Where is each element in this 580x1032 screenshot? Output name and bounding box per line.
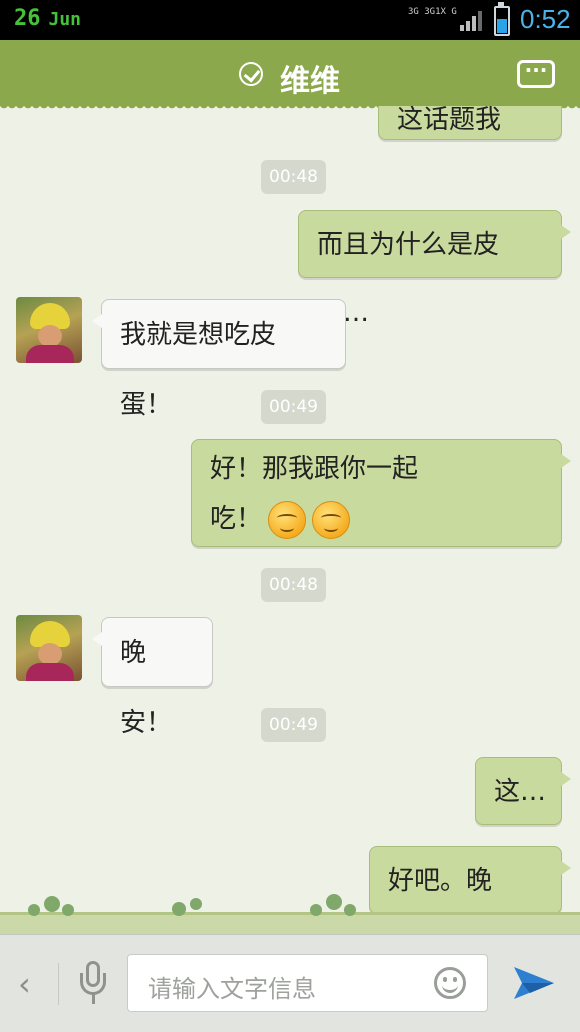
message-bubble-sent[interactable]: 这话题我将… [378, 106, 562, 140]
tree-decoration-icon [344, 904, 356, 916]
message-text-line-with-emoji: 吃！ [210, 494, 543, 544]
divider [58, 963, 59, 1005]
tree-decoration-icon [44, 896, 60, 912]
tree-decoration-icon [310, 904, 322, 916]
emoji-smile-icon[interactable] [434, 967, 466, 999]
message-bubble-received[interactable]: 我就是想吃皮蛋！ [92, 299, 346, 420]
tree-decoration-icon [28, 904, 40, 916]
status-time: 0:52 [520, 4, 571, 34]
kiss-emoji-icon [312, 500, 351, 539]
tree-decoration-icon [190, 898, 202, 910]
tree-decoration-icon [326, 894, 342, 910]
message-bubble-sent[interactable]: 好吧。晚安！ [369, 846, 571, 936]
input-bar: ‹ 请输入文字信息 [0, 934, 580, 1032]
message-bubble-sent[interactable]: 而且为什么是皮蛋… [298, 210, 571, 328]
network-type-icon: 3G 3G1X G [408, 7, 457, 17]
status-date: 26 Jun [14, 6, 81, 31]
message-text: 吃！ [210, 504, 263, 534]
timestamp: 00:49 [261, 708, 326, 742]
send-icon[interactable] [512, 963, 556, 1003]
more-menu-icon[interactable]: ··· [517, 60, 555, 88]
battery-icon [494, 2, 510, 36]
message-bubble-received[interactable]: 晚安！ [92, 617, 213, 738]
chat-area[interactable]: 这话题我将… 00:48 而且为什么是皮蛋… 我就是想吃皮蛋！ 00:49 好！… [0, 106, 580, 936]
timestamp: 00:48 [261, 160, 326, 194]
blush-smile-emoji-icon [268, 500, 307, 539]
microphone-icon[interactable] [80, 961, 108, 1007]
message-input-placeholder: 请输入文字信息 [148, 975, 316, 1003]
tree-decoration-icon [172, 902, 186, 916]
contact-avatar[interactable] [16, 297, 82, 363]
message-text: 这话题我将… [397, 106, 502, 135]
message-bubble-sent[interactable]: 这… [475, 757, 571, 825]
timestamp: 00:49 [261, 390, 326, 424]
status-bar: 26 Jun 3G 3G1X G 0:52 [0, 0, 580, 40]
message-text: 我就是想吃皮蛋！ [120, 320, 277, 420]
chevron-left-icon[interactable]: ‹ [18, 965, 31, 1003]
signal-strength-icon [460, 9, 486, 31]
message-text: 这… [494, 777, 547, 807]
tree-decoration-icon [62, 904, 74, 916]
contact-name: 维维 [280, 64, 340, 99]
message-text-line: 好！那我跟你一起 [210, 454, 419, 484]
contact-avatar[interactable] [16, 615, 82, 681]
timestamp: 00:48 [261, 568, 326, 602]
message-input[interactable]: 请输入文字信息 [127, 954, 488, 1012]
message-bubble-sent[interactable]: 好！那我跟你一起 吃！ [191, 439, 571, 547]
status-date-day: 26 [14, 6, 41, 31]
message-text: 晚安！ [120, 638, 173, 738]
status-date-month: Jun [48, 9, 82, 30]
